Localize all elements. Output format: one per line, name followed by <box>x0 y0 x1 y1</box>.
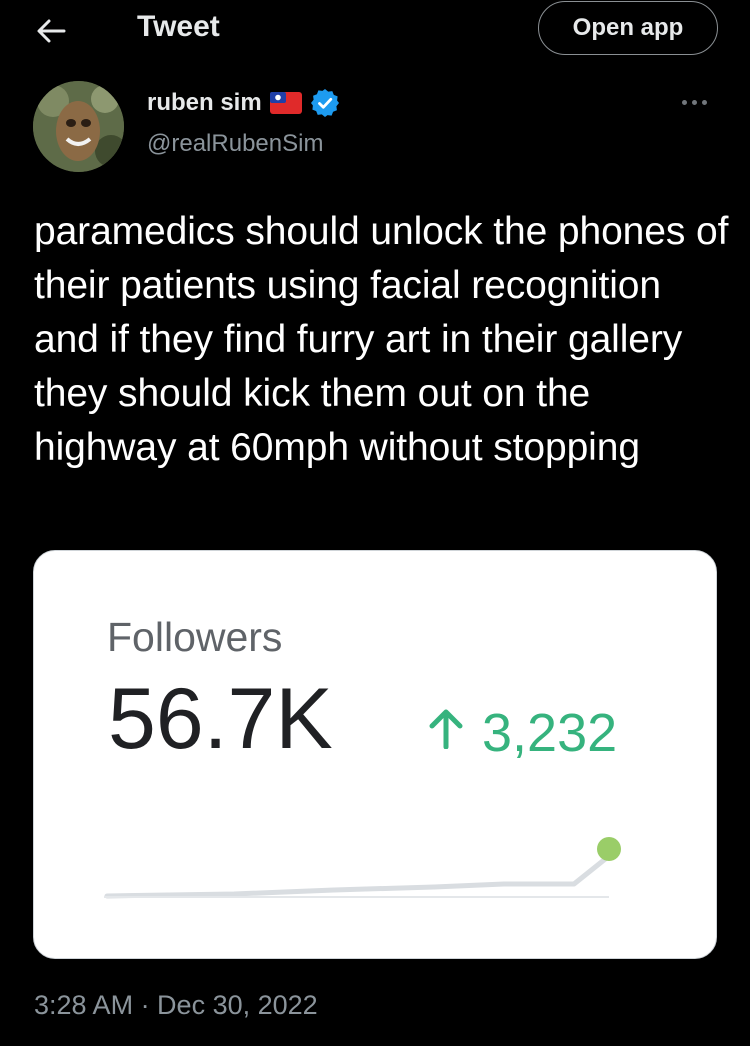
taiwan-flag-icon <box>269 92 302 114</box>
author-handle[interactable]: @realRubenSim <box>147 130 323 158</box>
top-bar: Tweet Open app <box>0 0 750 58</box>
author-name-row: ruben sim <box>147 88 340 118</box>
back-arrow-icon[interactable] <box>34 14 68 48</box>
open-app-button[interactable]: Open app <box>538 1 718 55</box>
verified-badge-icon <box>310 88 340 118</box>
followers-label: Followers <box>107 614 283 660</box>
followers-count: 56.7K <box>108 671 333 767</box>
author-name[interactable]: ruben sim <box>147 89 262 117</box>
page-title: Tweet <box>137 10 220 43</box>
more-options-icon[interactable] <box>682 92 718 116</box>
arrow-up-icon <box>429 709 463 749</box>
followers-change: 3,232 <box>482 703 618 763</box>
avatar[interactable] <box>33 81 124 172</box>
tweet-text: paramedics should unlock the phones of t… <box>34 210 729 469</box>
embedded-image-card[interactable]: Followers 56.7K 3,232 <box>33 550 717 959</box>
tweet-timestamp[interactable]: 3:28 AM · Dec 30, 2022 <box>34 990 318 1021</box>
